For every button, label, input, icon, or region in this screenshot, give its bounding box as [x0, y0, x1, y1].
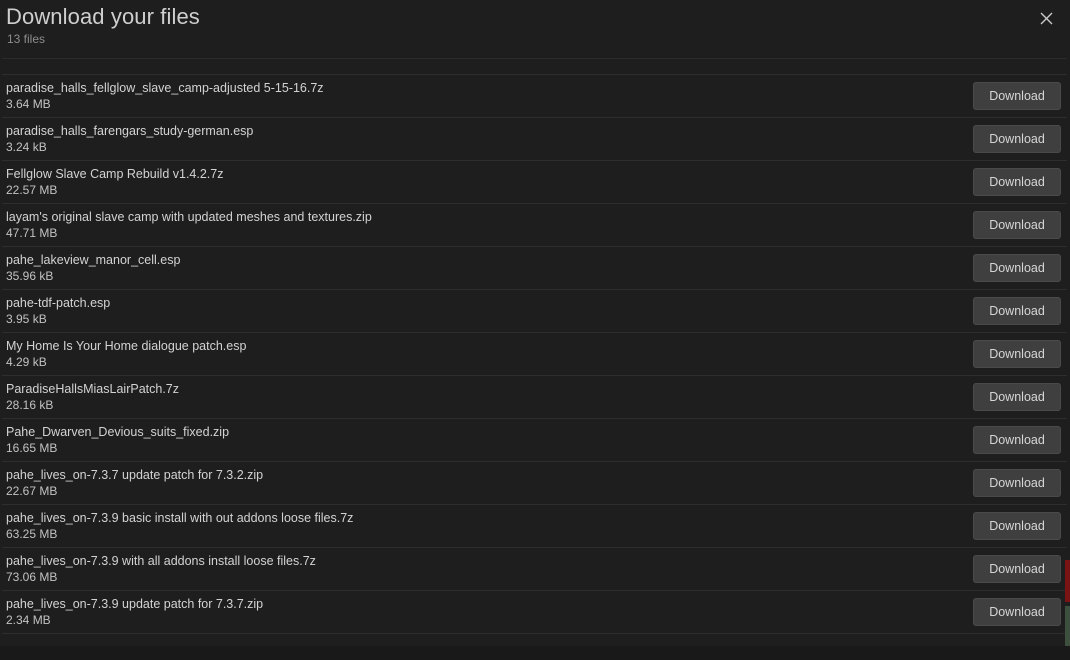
row-divider — [2, 633, 1067, 634]
file-meta: pahe_lives_on-7.3.9 update patch for 7.3… — [6, 596, 973, 628]
file-size: 3.24 kB — [6, 140, 47, 154]
download-button[interactable]: Download — [973, 82, 1061, 110]
file-meta: layam's original slave camp with updated… — [6, 209, 973, 241]
file-row: layam's original slave camp with updated… — [0, 204, 1070, 246]
bottom-strip — [0, 646, 1070, 660]
download-button[interactable]: Download — [973, 383, 1061, 411]
download-button[interactable]: Download — [973, 125, 1061, 153]
file-row: pahe_lakeview_manor_cell.esp 35.96 kB Do… — [0, 247, 1070, 289]
file-meta: pahe_lakeview_manor_cell.esp 35.96 kB — [6, 252, 973, 284]
download-button[interactable]: Download — [973, 512, 1061, 540]
file-size: 22.67 MB — [6, 484, 58, 498]
file-size: 28.16 kB — [6, 398, 54, 412]
file-size: 3.64 MB — [6, 97, 51, 111]
file-row: pahe_lives_on-7.3.9 basic install with o… — [0, 505, 1070, 547]
download-button[interactable]: Download — [973, 254, 1061, 282]
file-row: pahe_lives_on-7.3.9 with all addons inst… — [0, 548, 1070, 590]
file-meta: My Home Is Your Home dialogue patch.esp … — [6, 338, 973, 370]
download-button[interactable]: Download — [973, 598, 1061, 626]
file-size: 73.06 MB — [6, 570, 58, 584]
file-size: 22.57 MB — [6, 183, 58, 197]
download-button[interactable]: Download — [973, 211, 1061, 239]
file-row: My Home Is Your Home dialogue patch.esp … — [0, 333, 1070, 375]
file-name: pahe_lives_on-7.3.9 update patch for 7.3… — [6, 597, 264, 611]
file-size: 2.34 MB — [6, 613, 51, 627]
download-button[interactable]: Download — [973, 555, 1061, 583]
file-size: 4.29 kB — [6, 355, 47, 369]
header-gap — [0, 59, 1070, 74]
file-name: Pahe_Dwarven_Devious_suits_fixed.zip — [6, 425, 230, 439]
file-row: pahe_lives_on-7.3.7 update patch for 7.3… — [0, 462, 1070, 504]
file-count-label: 13 files — [7, 32, 46, 46]
file-row: pahe_lives_on-7.3.9 update patch for 7.3… — [0, 591, 1070, 633]
file-name: paradise_halls_fellglow_slave_camp-adjus… — [6, 81, 324, 95]
file-name: paradise_halls_farengars_study-german.es… — [6, 124, 254, 138]
file-row: Fellglow Slave Camp Rebuild v1.4.2.7z 22… — [0, 161, 1070, 203]
file-size: 16.65 MB — [6, 441, 58, 455]
file-meta: pahe-tdf-patch.esp 3.95 kB — [6, 295, 973, 327]
file-size: 63.25 MB — [6, 527, 58, 541]
file-row: ParadiseHallsMiasLairPatch.7z 28.16 kB D… — [0, 376, 1070, 418]
file-size: 47.71 MB — [6, 226, 58, 240]
page-title: Download your files — [6, 4, 200, 29]
file-meta: pahe_lives_on-7.3.9 basic install with o… — [6, 510, 973, 542]
file-name: pahe_lives_on-7.3.7 update patch for 7.3… — [6, 468, 264, 482]
download-button[interactable]: Download — [973, 426, 1061, 454]
file-row: paradise_halls_farengars_study-german.es… — [0, 118, 1070, 160]
file-list: paradise_halls_fellglow_slave_camp-adjus… — [0, 75, 1070, 634]
file-name: pahe_lives_on-7.3.9 basic install with o… — [6, 511, 354, 525]
file-meta: ParadiseHallsMiasLairPatch.7z 28.16 kB — [6, 381, 973, 413]
file-name: My Home Is Your Home dialogue patch.esp — [6, 339, 247, 353]
file-meta: Pahe_Dwarven_Devious_suits_fixed.zip 16.… — [6, 424, 973, 456]
download-button[interactable]: Download — [973, 340, 1061, 368]
download-button[interactable]: Download — [973, 297, 1061, 325]
file-row: Pahe_Dwarven_Devious_suits_fixed.zip 16.… — [0, 419, 1070, 461]
file-name: pahe_lakeview_manor_cell.esp — [6, 253, 181, 267]
file-name: layam's original slave camp with updated… — [6, 210, 372, 224]
download-button[interactable]: Download — [973, 168, 1061, 196]
file-name: ParadiseHallsMiasLairPatch.7z — [6, 382, 179, 396]
file-meta: paradise_halls_fellglow_slave_camp-adjus… — [6, 80, 973, 112]
file-meta: paradise_halls_farengars_study-german.es… — [6, 123, 973, 155]
file-size: 3.95 kB — [6, 312, 47, 326]
download-button[interactable]: Download — [973, 469, 1061, 497]
file-name: pahe-tdf-patch.esp — [6, 296, 111, 310]
file-row: pahe-tdf-patch.esp 3.95 kB Download — [0, 290, 1070, 332]
file-row: paradise_halls_fellglow_slave_camp-adjus… — [0, 75, 1070, 117]
close-button[interactable] — [1033, 5, 1059, 31]
file-size: 35.96 kB — [6, 269, 54, 283]
close-icon — [1040, 12, 1053, 25]
file-meta: pahe_lives_on-7.3.7 update patch for 7.3… — [6, 467, 973, 499]
edge-marker-red — [1065, 560, 1070, 602]
file-meta: pahe_lives_on-7.3.9 with all addons inst… — [6, 553, 973, 585]
file-name: pahe_lives_on-7.3.9 with all addons inst… — [6, 554, 316, 568]
file-meta: Fellglow Slave Camp Rebuild v1.4.2.7z 22… — [6, 166, 973, 198]
dialog-header: Download your files 13 files — [0, 0, 1070, 58]
file-name: Fellglow Slave Camp Rebuild v1.4.2.7z — [6, 167, 224, 181]
